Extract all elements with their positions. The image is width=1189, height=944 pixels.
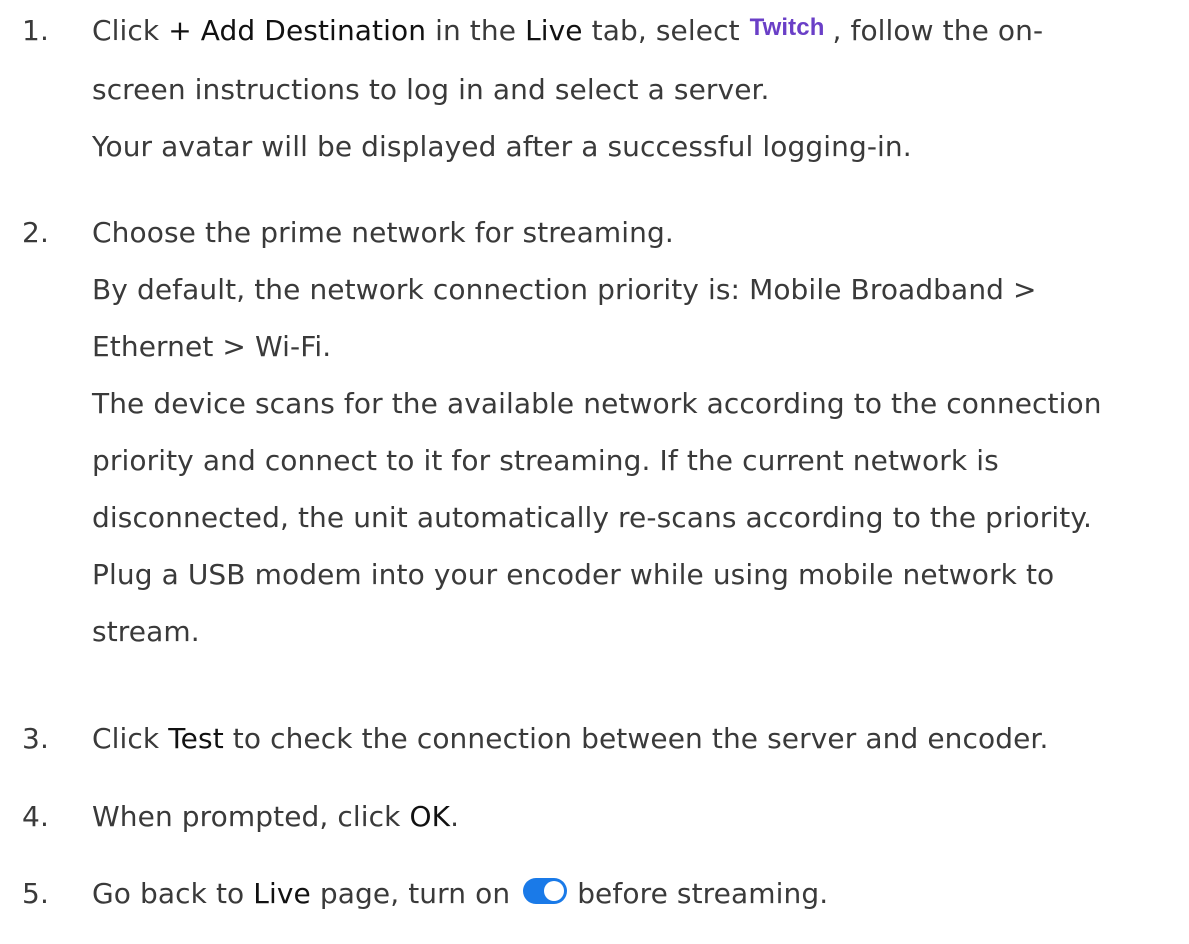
step-line: Plug a USB modem into your encoder while… [92,558,1055,591]
step-line: screen instructions to log in and select… [92,73,770,106]
step-number: 1. [22,14,50,47]
step-number: 5. [22,877,50,910]
step-number: 4. [22,800,50,833]
text: to check the connection between the serv… [223,722,1049,755]
text: Click [92,722,169,755]
text: in the [426,14,526,47]
text: tab, select [582,14,740,47]
step-line: disconnected, the unit automatically re-… [92,501,1093,534]
step-body: Click + Add Destination in the Live tab,… [92,6,1172,179]
step-line: Your avatar will be displayed after a su… [92,130,912,163]
step-number: 2. [22,216,50,249]
text: Go back to [92,877,254,910]
add-destination-label: + Add Destination [168,14,427,47]
text: . [450,800,460,833]
step-line: Choose the prime network for streaming. [92,216,674,249]
step-line: Click Test to check the connection betwe… [92,714,1172,764]
test-button-label: Test [168,722,224,755]
twitch-logo: Twitch [749,14,825,41]
text: , follow the on- [832,14,1044,47]
live-tab-label: Live [525,14,583,47]
live-page-label: Live [253,877,311,910]
step-body: Choose the prime network for streaming. … [92,208,1172,664]
step-line: When prompted, click OK. [92,792,1172,842]
toggle-switch-icon [523,878,568,904]
step-line: Ethernet > Wi-Fi. [92,330,332,363]
text: page, turn on [310,877,511,910]
step-line: The device scans for the available netwo… [92,387,1102,420]
step-body: Click Test to check the connection betwe… [92,714,1172,771]
step-line: stream. [92,615,200,648]
text: Click [92,14,169,47]
text: before streaming. [577,877,829,910]
ok-button-label: OK [409,800,451,833]
instructions-document: 1. Click + Add Destination in the Live t… [0,0,1189,944]
step-line: Go back to Live page, turn on before str… [92,869,1172,919]
step-body: When prompted, click OK. [92,792,1172,849]
text: When prompted, click [92,800,410,833]
step-number: 3. [22,722,50,755]
step-body: Go back to Live page, turn on before str… [92,869,1172,926]
step-line: priority and connect to it for streaming… [92,444,999,477]
step-line: Click + Add Destination in the Live tab,… [92,6,1172,58]
toggle-knob [544,881,565,901]
step-line: By default, the network connection prior… [92,273,1037,306]
